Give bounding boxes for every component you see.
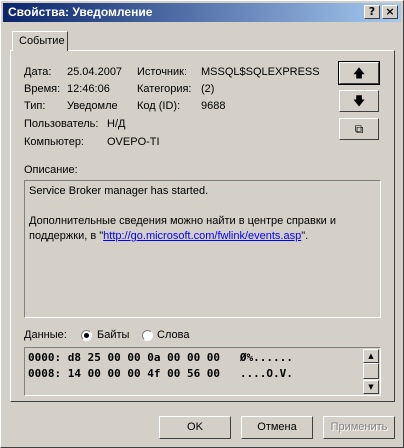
bytes-radio-label[interactable]: Байты <box>97 329 129 341</box>
date-value: 25.04.2007 <box>67 66 123 78</box>
close-button[interactable]: × <box>382 5 398 19</box>
words-radio-label[interactable]: Слова <box>157 329 189 341</box>
event-id-value: 9688 <box>201 100 226 112</box>
hex-row-2: 0008: 14 00 00 00 4f 00 56 00 ....O.V. <box>28 367 293 380</box>
date-label: Дата: <box>24 66 52 78</box>
data-label: Данные: <box>24 329 67 341</box>
scroll-down-arrow-icon[interactable]: ▼ <box>363 380 379 394</box>
hex-row-1: 0000: d8 25 00 00 0a 00 00 00 Ø%...... <box>28 351 293 364</box>
scroll-thumb[interactable] <box>363 363 379 379</box>
hex-scrollbar[interactable]: ▲ ▼ <box>363 349 379 394</box>
type-value: Уведомле <box>67 100 118 112</box>
ok-button[interactable]: OK <box>159 416 231 439</box>
description-textbox[interactable]: Service Broker manager has started. Допо… <box>24 180 381 318</box>
category-value: (2) <box>201 83 215 95</box>
category-label: Категория: <box>137 83 192 95</box>
user-value: Н/Д <box>107 118 126 130</box>
user-label: Пользователь: <box>24 118 99 130</box>
scroll-up-arrow-icon[interactable]: ▲ <box>363 349 379 363</box>
copy-icon: ⧉ <box>354 122 364 136</box>
words-radio[interactable] <box>142 330 153 341</box>
event-id-label: Код (ID): <box>137 100 181 112</box>
description-line-3-prefix: поддержки, в " <box>29 230 104 242</box>
next-event-button[interactable]: 🡇 <box>339 90 379 112</box>
description-line-2: Дополнительные сведения можно найти в це… <box>29 215 337 227</box>
description-label: Описание: <box>24 164 78 176</box>
apply-button[interactable]: Применить <box>323 416 395 439</box>
tab-event[interactable]: Событие <box>12 31 68 51</box>
radio-selected-dot <box>84 333 89 338</box>
help-link[interactable]: http://go.microsoft.com/fwlink/events.as… <box>103 230 301 242</box>
description-line-1: Service Broker manager has started. <box>29 185 209 197</box>
time-label: Время: <box>24 83 61 95</box>
type-label: Тип: <box>24 100 46 112</box>
arrow-up-icon: 🡅 <box>352 66 366 80</box>
arrow-down-icon: 🡇 <box>352 94 366 108</box>
bytes-radio[interactable] <box>81 330 92 341</box>
data-hex-view[interactable]: 0000: d8 25 00 00 0a 00 00 00 Ø%...... 0… <box>24 347 381 396</box>
cancel-button[interactable]: Отмена <box>241 416 313 439</box>
time-value: 12:46:06 <box>67 83 110 95</box>
description-line-3-suffix: ". <box>301 230 309 242</box>
tab-event-label: Событие <box>19 35 65 47</box>
source-label: Источник: <box>137 66 188 78</box>
window-title: Свойства: Уведомление <box>8 5 153 19</box>
computer-label: Компьютер: <box>24 136 84 148</box>
description-line-3: поддержки, в "http://go.microsoft.com/fw… <box>29 229 376 244</box>
event-properties-window: Свойства: Уведомление ? × Событие Дата: … <box>0 0 404 448</box>
help-button[interactable]: ? <box>364 5 380 19</box>
computer-value: OVEPO-TI <box>107 136 160 148</box>
title-bar[interactable]: Свойства: Уведомление ? × <box>3 3 401 22</box>
copy-button[interactable]: ⧉ <box>339 118 379 140</box>
previous-event-button[interactable]: 🡅 <box>338 61 380 85</box>
source-value: MSSQL$SQLEXPRESS <box>201 66 320 78</box>
